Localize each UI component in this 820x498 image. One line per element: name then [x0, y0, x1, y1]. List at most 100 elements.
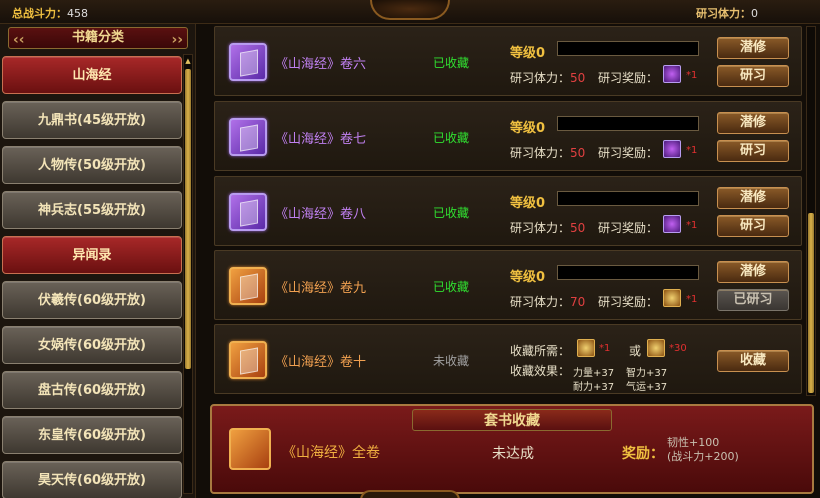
- reward-count: *1: [686, 294, 698, 305]
- book-status: 已收藏: [433, 280, 470, 294]
- attr-strength: 力量+37: [573, 368, 615, 379]
- book-icon[interactable]: [229, 193, 267, 231]
- reward-item-icon[interactable]: [663, 65, 681, 83]
- stamina-cost-label: 研习体力：: [510, 221, 571, 235]
- book-icon[interactable]: [229, 341, 267, 379]
- stamina-cost-label: 研习体力：: [510, 295, 571, 309]
- stamina-cost: 研习体力：50: [510, 69, 585, 86]
- category-panel: ‹‹ 书籍分类 ›› 山海经 九鼎书(45级开放) 人物传(50级开放) 神兵志…: [0, 24, 196, 498]
- study-button[interactable]: 研习: [717, 140, 789, 162]
- study-stamina: 研习体力：0: [696, 5, 758, 21]
- category-scrollbar[interactable]: ▲: [183, 54, 193, 494]
- set-status: 未达成: [492, 446, 534, 462]
- book-row: 《山海经》卷八 已收藏 等级0 研习体力：50 研习奖励： *1 潜修 研习: [214, 176, 802, 246]
- right-chevron-icon[interactable]: ››: [171, 30, 183, 50]
- cultivate-button[interactable]: 潜修: [717, 187, 789, 209]
- collect-effect-label: 收藏效果：: [510, 364, 571, 378]
- book-level: 等级0: [510, 270, 546, 285]
- book-name: 《山海经》卷七: [275, 132, 367, 147]
- reward-label: 研习奖励：: [598, 221, 659, 235]
- set-book-icon[interactable]: [229, 428, 271, 470]
- book-list: 《山海经》卷六 已收藏 等级0 研习体力：50 研习奖励： *1 潜修 研习 《…: [214, 26, 804, 398]
- book-name: 《山海经》卷六: [275, 57, 367, 72]
- stamina-cost: 研习体力：50: [510, 219, 585, 236]
- collect-requirement-label: 收藏所需：: [510, 344, 571, 358]
- cultivate-button[interactable]: 潜修: [717, 112, 789, 134]
- category-header-label: 书籍分类: [71, 30, 124, 45]
- stamina-cost: 研习体力：70: [510, 293, 585, 310]
- study-button[interactable]: 研习: [717, 215, 789, 237]
- book-status: 已收藏: [433, 206, 470, 220]
- book-status: 未收藏: [433, 354, 470, 368]
- attr-intellect: 智力+37: [626, 368, 668, 379]
- cultivate-button[interactable]: 潜修: [717, 261, 789, 283]
- book-level: 等级0: [510, 46, 546, 61]
- category-header: ‹‹ 书籍分类 ››: [8, 27, 188, 49]
- attr-stamina: 耐力+37: [573, 382, 615, 393]
- book-name: 《山海经》卷八: [275, 207, 367, 222]
- level-progress-bar: [557, 265, 699, 280]
- book-level: 等级0: [510, 121, 546, 136]
- studied-button[interactable]: 已研习: [717, 289, 789, 311]
- book-item-icon[interactable]: [577, 339, 595, 357]
- category-item-fuxizhuan[interactable]: 伏羲传(60级开放): [2, 281, 182, 319]
- left-chevron-icon[interactable]: ‹‹: [13, 30, 25, 50]
- reward-item-icon[interactable]: [663, 140, 681, 158]
- category-item-renwuzhuan[interactable]: 人物传(50级开放): [2, 146, 182, 184]
- fragment-item-icon[interactable]: [647, 339, 665, 357]
- book-icon[interactable]: [229, 43, 267, 81]
- category-item-yiwenlu[interactable]: 异闻录: [2, 236, 182, 274]
- level-progress-bar: [557, 116, 699, 131]
- category-item-donghuangzhuan[interactable]: 东皇传(60级开放): [2, 416, 182, 454]
- reward-label: 研习奖励：: [598, 146, 659, 160]
- category-item-shenbingzhi[interactable]: 神兵志(55级开放): [2, 191, 182, 229]
- stamina-cost-value: 50: [570, 71, 586, 85]
- reward-count: *1: [686, 220, 698, 231]
- category-item-shanhaijing[interactable]: 山海经: [2, 56, 182, 94]
- book-row: 《山海经》卷七 已收藏 等级0 研习体力：50 研习奖励： *1 潜修 研习: [214, 101, 802, 171]
- book-status: 已收藏: [433, 131, 470, 145]
- category-item-panguzhuan[interactable]: 盘古传(60级开放): [2, 371, 182, 409]
- scroll-up-icon[interactable]: ▲: [184, 56, 192, 66]
- stamina-cost-label: 研习体力：: [510, 71, 571, 85]
- set-reward-line-2: (战斗力+200): [667, 450, 739, 463]
- book-row: 《山海经》卷九 已收藏 等级0 研习体力：70 研习奖励： *1 潜修 已研习: [214, 250, 802, 320]
- stamina-cost-value: 70: [570, 295, 586, 309]
- book-icon[interactable]: [229, 118, 267, 156]
- book-list-scroll-thumb[interactable]: [808, 213, 814, 393]
- category-item-nuwazhuan[interactable]: 女娲传(60级开放): [2, 326, 182, 364]
- top-ornament: [370, 0, 450, 20]
- level-progress-bar: [557, 191, 699, 206]
- set-reward-line-1: 韧性+100: [667, 436, 720, 449]
- book-name: 《山海经》卷九: [275, 281, 367, 296]
- stamina-cost-value: 50: [570, 146, 586, 160]
- book-list-scrollbar[interactable]: [806, 26, 816, 396]
- collect-button[interactable]: 收藏: [717, 350, 789, 372]
- category-item-haotianzhuan[interactable]: 昊天传(60级开放): [2, 461, 182, 498]
- stamina-cost-value: 50: [570, 221, 586, 235]
- or-text: 或: [629, 344, 642, 358]
- reward-item-icon[interactable]: [663, 289, 681, 307]
- book-status: 已收藏: [433, 56, 470, 70]
- attr-luck: 气运+37: [626, 382, 668, 393]
- reward-count: *1: [686, 70, 698, 81]
- total-power-value: 458: [67, 7, 88, 20]
- reward-count: *1: [686, 145, 698, 156]
- set-collection-header: 套书收藏: [412, 409, 612, 431]
- book-icon[interactable]: [229, 267, 267, 305]
- top-bar: 总战斗力：458 研习体力：0: [0, 0, 820, 24]
- level-progress-bar: [557, 41, 699, 56]
- category-item-jiudingshu[interactable]: 九鼎书(45级开放): [2, 101, 182, 139]
- reward-item-icon[interactable]: [663, 215, 681, 233]
- book-level: 等级0: [510, 196, 546, 211]
- category-scroll-thumb[interactable]: [185, 69, 191, 369]
- study-button[interactable]: 研习: [717, 65, 789, 87]
- book-row-uncollected: 《山海经》卷十 未收藏 收藏所需： *1 或 *30 收藏效果： 力量+37 智…: [214, 324, 802, 394]
- cultivate-button[interactable]: 潜修: [717, 37, 789, 59]
- book-row: 《山海经》卷六 已收藏 等级0 研习体力：50 研习奖励： *1 潜修 研习: [214, 26, 802, 96]
- bottom-ornament: [360, 490, 460, 498]
- study-stamina-value: 0: [751, 7, 758, 20]
- set-name: 《山海经》全卷: [282, 445, 380, 461]
- set-reward-label: 奖励：: [622, 446, 664, 462]
- study-stamina-label: 研习体力：: [696, 7, 751, 20]
